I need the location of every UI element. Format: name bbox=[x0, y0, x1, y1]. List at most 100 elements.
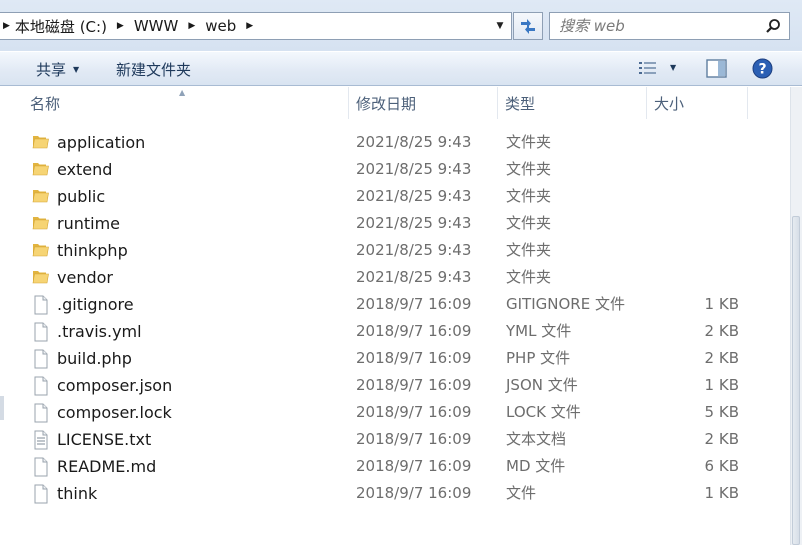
file-row[interactable]: application 2021/8/25 9:43 文件夹 bbox=[0, 129, 790, 156]
file-modified-date: 2021/8/25 9:43 bbox=[356, 133, 472, 151]
file-modified-date: 2018/9/7 16:09 bbox=[356, 430, 472, 448]
file-name: build.php bbox=[57, 349, 132, 368]
file-row[interactable]: build.php 2018/9/7 16:09 PHP 文件 2 KB bbox=[0, 345, 790, 372]
file-modified-date: 2021/8/25 9:43 bbox=[356, 160, 472, 178]
file-icon bbox=[32, 322, 50, 346]
file-modified-date: 2018/9/7 16:09 bbox=[356, 322, 472, 340]
nav-pane-splitter[interactable] bbox=[0, 396, 4, 420]
file-size bbox=[640, 129, 739, 156]
file-name: .travis.yml bbox=[57, 322, 142, 341]
command-bar: 共享 ▼ 新建文件夹 ▼ ? bbox=[0, 51, 802, 86]
file-name: .gitignore bbox=[57, 295, 134, 314]
refresh-button[interactable] bbox=[513, 12, 543, 40]
file-size bbox=[640, 183, 739, 210]
chevron-down-icon: ▼ bbox=[73, 64, 80, 74]
column-header-row: 名称 ▲ 修改日期 类型 大小 bbox=[0, 87, 790, 119]
address-history-dropdown-icon[interactable]: ▼ bbox=[491, 13, 509, 39]
file-size bbox=[640, 210, 739, 237]
help-icon[interactable]: ? bbox=[752, 58, 773, 79]
file-modified-date: 2021/8/25 9:43 bbox=[356, 268, 472, 286]
file-type: GITIGNORE 文件 bbox=[506, 295, 625, 313]
file-size: 2 KB bbox=[704, 349, 739, 367]
file-row[interactable]: vendor 2021/8/25 9:43 文件夹 bbox=[0, 264, 790, 291]
breadcrumb-item-www[interactable]: WWW bbox=[134, 17, 179, 35]
search-input[interactable] bbox=[559, 14, 759, 38]
folder-icon bbox=[32, 268, 50, 290]
column-date-label: 修改日期 bbox=[356, 94, 417, 113]
column-header-type[interactable]: 类型 bbox=[499, 87, 647, 119]
view-dropdown-icon[interactable]: ▼ bbox=[670, 63, 676, 72]
column-size-label: 大小 bbox=[654, 94, 685, 113]
column-header-size[interactable]: 大小 bbox=[648, 87, 748, 119]
file-name: runtime bbox=[57, 214, 121, 233]
text-file-icon bbox=[32, 430, 50, 454]
file-list: application 2021/8/25 9:43 文件夹 extend 2021/8… bbox=[0, 129, 790, 507]
file-modified-date: 2018/9/7 16:09 bbox=[356, 349, 472, 367]
breadcrumb-arrow-icon[interactable]: ▶ bbox=[117, 21, 124, 31]
column-header-name[interactable]: 名称 bbox=[24, 87, 349, 119]
folder-icon bbox=[32, 160, 50, 182]
column-header-date[interactable]: 修改日期 bbox=[350, 87, 498, 119]
file-size: 2 KB bbox=[704, 322, 739, 340]
file-name: composer.lock bbox=[57, 403, 172, 422]
preview-pane-icon[interactable] bbox=[706, 59, 727, 78]
file-modified-date: 2018/9/7 16:09 bbox=[356, 376, 472, 394]
address-bar[interactable]: ▶ 本地磁盘 (C:) ▶ WWW ▶ web ▶ ▼ bbox=[0, 12, 512, 40]
file-modified-date: 2018/9/7 16:09 bbox=[356, 484, 472, 502]
file-type: 文件夹 bbox=[506, 160, 552, 178]
search-box[interactable] bbox=[549, 12, 790, 40]
file-type: 文件夹 bbox=[506, 214, 552, 232]
file-row[interactable]: .travis.yml 2018/9/7 16:09 YML 文件 2 KB bbox=[0, 318, 790, 345]
file-type: 文件夹 bbox=[506, 133, 552, 151]
file-modified-date: 2018/9/7 16:09 bbox=[356, 295, 472, 313]
breadcrumb-arrow-icon[interactable]: ▶ bbox=[246, 21, 253, 31]
file-name: LICENSE.txt bbox=[57, 430, 152, 449]
file-modified-date: 2021/8/25 9:43 bbox=[356, 214, 472, 232]
file-row[interactable]: public 2021/8/25 9:43 文件夹 bbox=[0, 183, 790, 210]
file-row[interactable]: runtime 2021/8/25 9:43 文件夹 bbox=[0, 210, 790, 237]
file-row[interactable]: README.md 2018/9/7 16:09 MD 文件 6 KB bbox=[0, 453, 790, 480]
file-row[interactable]: thinkphp 2021/8/25 9:43 文件夹 bbox=[0, 237, 790, 264]
file-type: 文件夹 bbox=[506, 268, 552, 286]
file-size: 1 KB bbox=[704, 484, 739, 502]
share-button[interactable]: 共享 ▼ bbox=[36, 52, 79, 86]
file-icon bbox=[32, 457, 50, 481]
search-icon[interactable] bbox=[765, 18, 781, 34]
breadcrumb-arrow-icon[interactable]: ▶ bbox=[188, 21, 195, 31]
breadcrumb-arrow-icon[interactable]: ▶ bbox=[3, 21, 10, 31]
file-size bbox=[640, 264, 739, 291]
share-label: 共享 bbox=[36, 60, 67, 79]
file-type: 文件夹 bbox=[506, 241, 552, 259]
file-name: extend bbox=[57, 160, 113, 179]
file-type: 文本文档 bbox=[506, 430, 567, 448]
file-icon bbox=[32, 349, 50, 373]
file-name: application bbox=[57, 133, 146, 152]
file-modified-date: 2018/9/7 16:09 bbox=[356, 457, 472, 475]
file-row[interactable]: extend 2021/8/25 9:43 文件夹 bbox=[0, 156, 790, 183]
view-options-icon[interactable] bbox=[638, 60, 658, 77]
file-name: thinkphp bbox=[57, 241, 128, 260]
file-size: 1 KB bbox=[704, 376, 739, 394]
file-size bbox=[640, 237, 739, 264]
file-row[interactable]: LICENSE.txt 2018/9/7 16:09 文本文档 2 KB bbox=[0, 426, 790, 453]
file-size: 6 KB bbox=[704, 457, 739, 475]
file-icon bbox=[32, 295, 50, 319]
file-icon bbox=[32, 376, 50, 400]
new-folder-button[interactable]: 新建文件夹 bbox=[116, 52, 191, 86]
file-row[interactable]: composer.lock 2018/9/7 16:09 LOCK 文件 5 KB bbox=[0, 399, 790, 426]
file-row[interactable]: think 2018/9/7 16:09 文件 1 KB bbox=[0, 480, 790, 507]
file-name: composer.json bbox=[57, 376, 173, 395]
scrollbar-thumb[interactable] bbox=[792, 216, 800, 545]
folder-icon bbox=[32, 187, 50, 209]
folder-icon bbox=[32, 214, 50, 236]
file-type: JSON 文件 bbox=[506, 376, 578, 394]
file-icon bbox=[32, 484, 50, 508]
file-row[interactable]: composer.json 2018/9/7 16:09 JSON 文件 1 KB bbox=[0, 372, 790, 399]
file-modified-date: 2021/8/25 9:43 bbox=[356, 187, 472, 205]
file-row[interactable]: .gitignore 2018/9/7 16:09 GITIGNORE 文件 1 KB bbox=[0, 291, 790, 318]
sort-ascending-icon: ▲ bbox=[179, 88, 186, 97]
column-type-label: 类型 bbox=[505, 94, 536, 113]
breadcrumb-item-drive[interactable]: 本地磁盘 (C:) bbox=[15, 16, 107, 37]
file-type: PHP 文件 bbox=[506, 349, 571, 367]
breadcrumb-item-web[interactable]: web bbox=[205, 17, 236, 35]
